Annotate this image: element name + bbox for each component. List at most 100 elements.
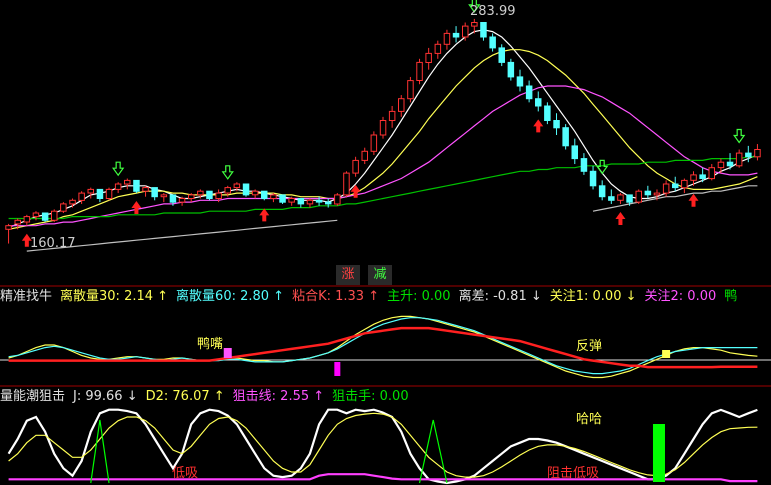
candle-body [270,194,277,199]
duck-annotation: 鸭嘴 [197,337,224,352]
haha-annotation: 哈哈 [576,412,603,427]
candle-body [41,212,49,221]
candle-body [571,145,578,160]
candle-body [178,198,186,203]
candle-body [142,187,149,192]
candle-body [525,85,533,100]
candle-body [224,187,231,194]
indicator-value: 狙击手: 0.00 [332,389,409,404]
panel3-line-d2 [8,412,758,478]
candle-body [114,183,122,190]
indicator-value: 关注2: 0.00 [644,289,717,304]
low-buy-annotation: 低吸 [172,466,199,481]
candle-body [471,22,478,27]
candle-body [598,185,606,198]
indicator-value: 离散量60: 2.80 ↑ [176,289,285,304]
candle-body [507,61,515,78]
candle-body [462,25,469,38]
candle-body [233,183,241,189]
indicator-value: 主升: 0.00 [387,289,451,304]
chart-stage: 283.99 160.17 涨 减 精准找牛 离散量30: 2.14 ↑ 离散量60… [0,0,771,485]
indicator-value: D2: 76.07 ↑ [145,389,225,404]
panel2-signal-bar [662,350,671,358]
buy-arrow-icon [688,193,699,207]
panel2-line-white [8,315,758,379]
indicator-value: 离散量30: 2.14 ↑ [60,289,169,304]
jian-button[interactable]: 减 [368,265,392,285]
candle-body [617,194,624,201]
candle-body [407,80,414,100]
indicator-value: 鸭 [724,289,738,304]
ma-line-ma10 [8,49,758,230]
candle-body [315,199,323,203]
candle-body [489,36,496,49]
candle-body [87,188,94,194]
candle-body [635,190,642,203]
candle-body [589,170,597,187]
candle-body [562,127,569,147]
candle-body [653,192,661,196]
candle-body [96,188,104,199]
panel3-header: 量能潮狙击 J: 99.66 ↓ D2: 76.07 ↑ 狙击线: 2.55 ↑ 狙击手… [0,388,771,406]
indicator-value: 粘合K: 1.33 ↑ [292,289,380,304]
candle-body [754,149,761,158]
ma-line-ma20 [8,85,758,227]
panel2-signal-bar [223,348,232,358]
panel3-line-j [7,408,758,485]
chart-canvas[interactable] [0,0,771,485]
candle-body [169,194,177,203]
zhang-button[interactable]: 涨 [336,265,360,285]
candle-body [215,192,222,200]
candle-body [626,194,633,203]
candle-body [544,105,551,121]
candle-body [443,32,451,45]
candle-body [735,152,743,167]
candle-body [197,190,204,196]
indicator-value: J: 99.66 ↓ [73,389,138,404]
candle-body [681,179,688,189]
candle-body [699,174,706,179]
candle-body [32,212,40,218]
candle-body [480,22,487,38]
sell-arrow-icon [596,159,609,175]
candle-body [14,219,21,225]
panel2-line-cyan [8,317,758,375]
candle-body [726,161,734,167]
candle-body [78,192,85,201]
candle-body [452,32,460,38]
panel3-haha-bar [652,424,665,482]
candle-body [370,134,378,152]
sell-arrow-icon [733,128,746,144]
candle-body [644,190,652,196]
candle-body [160,194,168,198]
indicator-value: 关注1: 0.00 ↓ [549,289,637,304]
candle-body [388,110,396,122]
candle-body [434,43,442,54]
candle-body [279,194,286,203]
candle-body [690,174,697,181]
candle-body [343,172,350,196]
panel3-sniper-peak [90,419,110,484]
candle-body [288,198,295,203]
buy-arrow-icon [131,201,142,215]
candle-body [516,76,524,87]
candle-body [352,159,359,174]
candle-body [124,179,131,185]
candle-body [608,196,615,201]
panel2-signal-bar [334,362,341,376]
candle-body [325,201,332,205]
candle-body [251,190,259,196]
low-price-label: 160.17 [30,236,76,251]
buy-arrow-icon [615,211,626,225]
indicator-value: 离差: -0.81 ↓ [458,289,542,304]
candle-body [672,183,679,189]
buy-arrow-icon [533,119,544,133]
candle-body [206,190,213,199]
candle-body [553,120,560,129]
candle-body [69,199,76,205]
candle-body [398,98,405,112]
candle-body [5,225,12,230]
candle-body [708,167,715,180]
candle-body [51,210,58,221]
sell-arrow-icon [111,161,125,177]
